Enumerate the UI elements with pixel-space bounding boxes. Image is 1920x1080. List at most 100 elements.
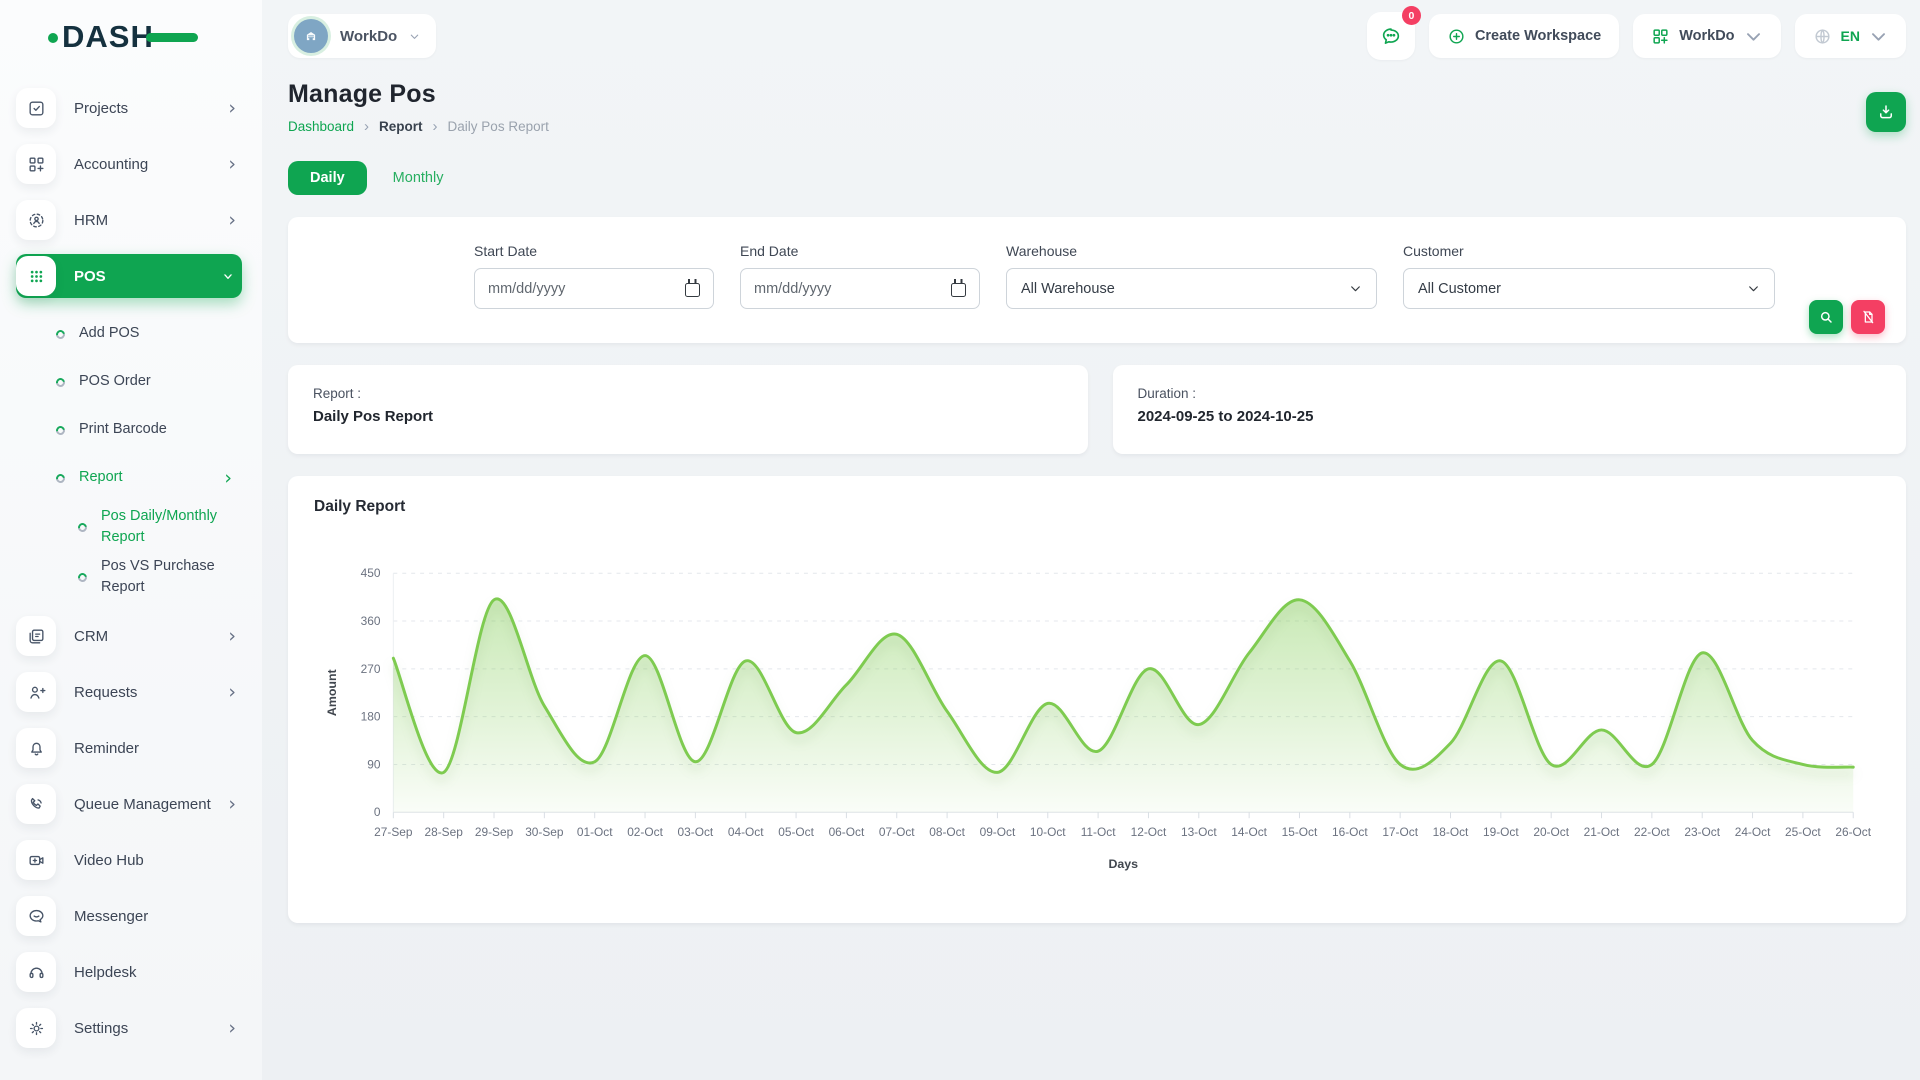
end-date-field: End Date bbox=[740, 243, 980, 343]
customer-select[interactable]: All Customer bbox=[1403, 268, 1775, 309]
sidebar-item-queue-management[interactable]: Queue Management › bbox=[16, 782, 242, 826]
svg-text:16-Oct: 16-Oct bbox=[1332, 825, 1368, 839]
reset-filter-button[interactable] bbox=[1851, 300, 1885, 334]
svg-text:08-Oct: 08-Oct bbox=[929, 825, 965, 839]
messages-button[interactable]: 0 bbox=[1367, 12, 1415, 60]
workspace-selector[interactable]: WorkDo bbox=[288, 14, 436, 58]
svg-text:28-Sep: 28-Sep bbox=[425, 825, 464, 839]
svg-text:03-Oct: 03-Oct bbox=[678, 825, 714, 839]
svg-text:18-Oct: 18-Oct bbox=[1433, 825, 1469, 839]
chat-bubble-icon bbox=[1380, 25, 1402, 47]
language-code: EN bbox=[1841, 28, 1860, 44]
circle-bullet-icon bbox=[54, 424, 67, 437]
report-value: Daily Pos Report bbox=[313, 408, 1063, 425]
filter-actions bbox=[1809, 300, 1885, 334]
breadcrumb-dashboard[interactable]: Dashboard bbox=[288, 119, 354, 134]
crm-icon bbox=[16, 616, 56, 656]
start-date-input[interactable] bbox=[474, 268, 714, 309]
svg-text:0: 0 bbox=[374, 805, 381, 819]
bell-icon bbox=[16, 728, 56, 768]
sidebar-item-label: HRM bbox=[74, 212, 228, 229]
phone-icon bbox=[16, 784, 56, 824]
workspace-name: WorkDo bbox=[340, 28, 397, 45]
daily-report-area-chart: 09018027036045027-Sep28-Sep29-Sep30-Sep0… bbox=[314, 550, 1881, 895]
subitem-label: Print Barcode bbox=[79, 419, 167, 440]
sidebar-subitem-pos-daily-monthly-report[interactable]: Pos Daily/Monthly Report bbox=[16, 506, 242, 548]
sidebar-item-requests[interactable]: Requests › bbox=[16, 670, 242, 714]
sidebar-subitem-pos-vs-purchase-report[interactable]: Pos VS Purchase Report bbox=[16, 556, 242, 598]
sidebar-item-label: Settings bbox=[74, 1020, 228, 1037]
plus-circle-icon bbox=[1447, 27, 1466, 46]
sidebar-item-reminder[interactable]: Reminder bbox=[16, 726, 242, 770]
daily-report-card: Daily Report 09018027036045027-Sep28-Sep… bbox=[288, 476, 1906, 923]
svg-text:14-Oct: 14-Oct bbox=[1231, 825, 1267, 839]
warehouse-select[interactable]: All Warehouse bbox=[1006, 268, 1377, 309]
warehouse-label: Warehouse bbox=[1006, 243, 1377, 259]
svg-text:11-Oct: 11-Oct bbox=[1081, 825, 1116, 839]
globe-icon bbox=[1813, 27, 1832, 46]
sidebar-item-accounting[interactable]: Accounting › bbox=[16, 142, 242, 186]
svg-text:04-Oct: 04-Oct bbox=[728, 825, 764, 839]
top-header: WorkDo 0 Create Workspace WorkDo EN bbox=[262, 0, 1920, 72]
workspace-switcher[interactable]: WorkDo bbox=[1633, 14, 1780, 58]
sidebar-item-settings[interactable]: Settings › bbox=[16, 1006, 242, 1050]
chevron-right-icon: › bbox=[228, 683, 236, 702]
sidebar-item-video-hub[interactable]: Video Hub bbox=[16, 838, 242, 882]
svg-text:10-Oct: 10-Oct bbox=[1030, 825, 1066, 839]
chevron-right-icon: › bbox=[228, 211, 236, 230]
language-selector[interactable]: EN bbox=[1795, 14, 1906, 58]
accounting-icon bbox=[16, 144, 56, 184]
svg-text:Days: Days bbox=[1108, 857, 1138, 871]
start-date-input-text[interactable] bbox=[488, 281, 685, 297]
sidebar-subitem-print-barcode[interactable]: Print Barcode bbox=[16, 410, 242, 450]
chevron-down-icon: › bbox=[219, 272, 238, 280]
sidebar-subitem-pos-order[interactable]: POS Order bbox=[16, 362, 242, 402]
end-date-label: End Date bbox=[740, 243, 980, 259]
report-summary-card: Report : Daily Pos Report bbox=[288, 365, 1088, 454]
svg-text:360: 360 bbox=[361, 614, 381, 628]
calendar-icon[interactable] bbox=[951, 283, 966, 297]
report-label: Report : bbox=[313, 386, 1063, 401]
svg-text:450: 450 bbox=[361, 566, 381, 580]
duration-label: Duration : bbox=[1138, 386, 1882, 401]
chat-bubble-icon bbox=[16, 896, 56, 936]
calendar-icon[interactable] bbox=[685, 283, 700, 297]
svg-text:21-Oct: 21-Oct bbox=[1584, 825, 1620, 839]
filter-card: Start Date End Date Warehouse All Wareho… bbox=[288, 217, 1906, 343]
sidebar-item-messenger[interactable]: Messenger bbox=[16, 894, 242, 938]
search-button[interactable] bbox=[1809, 300, 1843, 334]
chevron-right-icon: › bbox=[228, 99, 236, 118]
sidebar-item-pos[interactable]: POS › bbox=[16, 254, 242, 298]
circle-bullet-icon bbox=[54, 376, 67, 389]
end-date-input-text[interactable] bbox=[754, 281, 951, 297]
create-workspace-button[interactable]: Create Workspace bbox=[1429, 14, 1619, 58]
header-actions: 0 Create Workspace WorkDo EN bbox=[1367, 12, 1906, 60]
download-button[interactable] bbox=[1866, 92, 1906, 132]
customer-selected-value: All Customer bbox=[1418, 281, 1501, 297]
end-date-input[interactable] bbox=[740, 268, 980, 309]
breadcrumb-separator: › bbox=[364, 118, 369, 135]
sidebar-item-crm[interactable]: CRM › bbox=[16, 614, 242, 658]
sidebar: DASH Projects › Accounting › HRM › bbox=[0, 0, 262, 1080]
breadcrumb: Dashboard › Report › Daily Pos Report bbox=[288, 118, 549, 135]
sidebar-item-projects[interactable]: Projects › bbox=[16, 86, 242, 130]
subitem-label: Add POS bbox=[79, 323, 139, 344]
pos-icon bbox=[16, 256, 56, 296]
circle-bullet-icon bbox=[76, 521, 89, 534]
chevron-right-icon: › bbox=[228, 627, 236, 646]
svg-text:13-Oct: 13-Oct bbox=[1181, 825, 1217, 839]
tab-daily[interactable]: Daily bbox=[288, 161, 367, 195]
sidebar-subitem-add-pos[interactable]: Add POS bbox=[16, 314, 242, 354]
reset-filter-icon bbox=[1860, 309, 1876, 325]
sidebar-item-label: Messenger bbox=[74, 908, 242, 925]
logo[interactable]: DASH bbox=[0, 0, 262, 72]
breadcrumb-report[interactable]: Report bbox=[379, 119, 423, 134]
sidebar-subitem-report[interactable]: Report › bbox=[16, 458, 242, 498]
sidebar-item-label: Accounting bbox=[74, 156, 228, 173]
sidebar-item-hrm[interactable]: HRM › bbox=[16, 198, 242, 242]
search-icon bbox=[1818, 309, 1834, 325]
tab-monthly[interactable]: Monthly bbox=[393, 170, 444, 186]
svg-text:17-Oct: 17-Oct bbox=[1382, 825, 1418, 839]
start-date-label: Start Date bbox=[474, 243, 714, 259]
sidebar-item-helpdesk[interactable]: Helpdesk bbox=[16, 950, 242, 994]
